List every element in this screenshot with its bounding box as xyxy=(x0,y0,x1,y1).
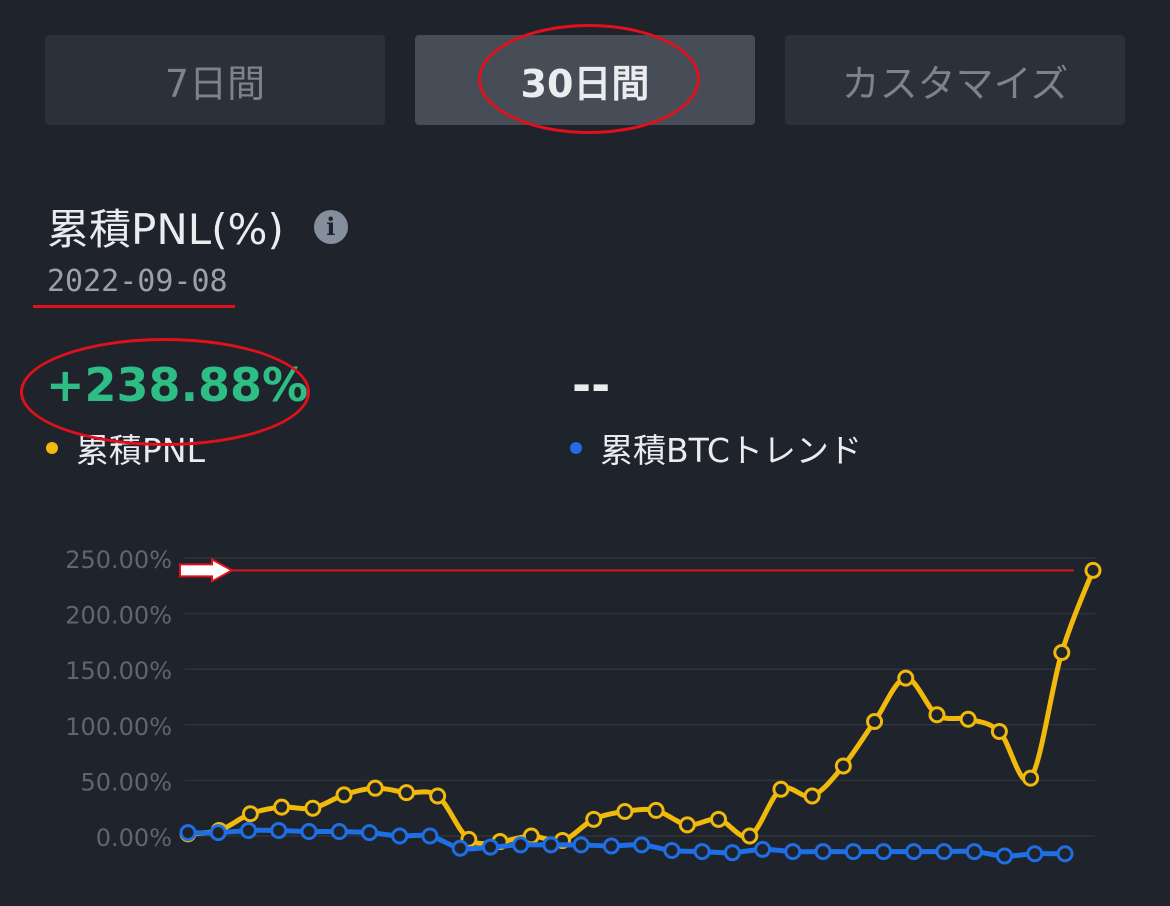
y-tick-label: 200.00% xyxy=(65,602,172,630)
y-tick-label: 150.00% xyxy=(65,657,172,685)
data-point-btc xyxy=(239,821,257,839)
data-point-btc xyxy=(300,823,318,841)
data-point-btc xyxy=(905,843,923,861)
data-point-pnl xyxy=(803,787,821,805)
data-point-btc xyxy=(512,836,530,854)
legend-btc-dot xyxy=(570,442,582,454)
data-point-btc xyxy=(451,839,469,857)
data-point-btc xyxy=(1026,845,1044,863)
data-point-pnl xyxy=(897,669,915,687)
selected-date: 2022-09-08 xyxy=(47,264,228,299)
data-point-pnl xyxy=(678,816,696,834)
period-tabs: 7日間 30日間 カスタマイズ xyxy=(45,35,1125,125)
data-point-btc xyxy=(179,824,197,842)
data-point-btc xyxy=(421,827,439,845)
page-title: 累積PNL(%) xyxy=(47,205,284,254)
data-point-pnl xyxy=(397,784,415,802)
data-point-pnl xyxy=(710,810,728,828)
data-point-pnl xyxy=(273,798,291,816)
data-point-pnl xyxy=(241,805,259,823)
data-point-btc xyxy=(996,847,1014,865)
data-point-btc xyxy=(481,838,499,856)
legend-btc: 累積BTCトレンド xyxy=(570,424,862,472)
data-point-pnl xyxy=(1022,769,1040,787)
title-row: 累積PNL(%) i xyxy=(47,196,348,257)
data-point-btc xyxy=(814,843,832,861)
data-point-btc xyxy=(1056,845,1074,863)
data-point-btc xyxy=(935,843,953,861)
data-point-pnl xyxy=(366,779,384,797)
y-tick-label: 100.00% xyxy=(65,713,172,741)
data-point-btc xyxy=(965,843,983,861)
data-point-pnl xyxy=(928,706,946,724)
data-point-pnl xyxy=(1053,644,1071,662)
data-point-pnl xyxy=(834,757,852,775)
data-point-pnl xyxy=(741,827,759,845)
data-point-btc xyxy=(542,836,560,854)
data-point-btc xyxy=(270,821,288,839)
data-point-btc xyxy=(360,824,378,842)
tab-7-days[interactable]: 7日間 xyxy=(45,35,385,125)
data-point-pnl xyxy=(866,712,884,730)
info-icon[interactable]: i xyxy=(313,209,348,244)
data-point-btc xyxy=(572,836,590,854)
data-point-pnl xyxy=(1084,561,1102,579)
tab-customize[interactable]: カスタマイズ xyxy=(785,35,1125,125)
legend-pnl: 累積PNL xyxy=(46,424,205,472)
legend-pnl-label: 累積PNL xyxy=(76,431,205,470)
y-tick-label: 0.00% xyxy=(96,824,172,852)
data-point-pnl xyxy=(647,801,665,819)
data-point-btc xyxy=(209,824,227,842)
data-point-btc xyxy=(663,841,681,859)
cumulative-pnl-value: +238.88% xyxy=(46,358,309,412)
cumulative-btc-value: -- xyxy=(572,358,611,412)
data-point-btc xyxy=(784,843,802,861)
data-point-pnl xyxy=(335,786,353,804)
data-point-btc xyxy=(602,837,620,855)
data-point-btc xyxy=(844,843,862,861)
series-line-pnl xyxy=(185,567,1096,847)
data-point-pnl xyxy=(304,799,322,817)
data-point-btc xyxy=(875,843,893,861)
annotation-underline-date xyxy=(33,305,235,308)
series-line-btc xyxy=(185,827,1068,859)
y-tick-label: 250.00% xyxy=(65,546,172,574)
pnl-line-chart[interactable]: 0.00% 50.00% 100.00% 150.00% 200.00% 250.00% xyxy=(0,520,1170,906)
data-point-btc xyxy=(391,827,409,845)
data-point-btc xyxy=(633,836,651,854)
data-point-btc xyxy=(693,843,711,861)
legend-pnl-dot xyxy=(46,442,58,454)
data-point-pnl xyxy=(429,787,447,805)
data-point-pnl xyxy=(585,810,603,828)
data-point-btc xyxy=(723,844,741,862)
data-point-pnl xyxy=(959,710,977,728)
data-point-btc xyxy=(330,823,348,841)
data-point-pnl xyxy=(772,780,790,798)
data-point-pnl xyxy=(990,722,1008,740)
annotation-arrow-icon xyxy=(179,557,235,584)
y-tick-label: 50.00% xyxy=(80,768,172,796)
data-point-btc xyxy=(754,840,772,858)
data-point-pnl xyxy=(616,803,634,821)
tab-30-days[interactable]: 30日間 xyxy=(415,35,755,125)
legend-btc-label: 累積BTCトレンド xyxy=(600,431,862,470)
